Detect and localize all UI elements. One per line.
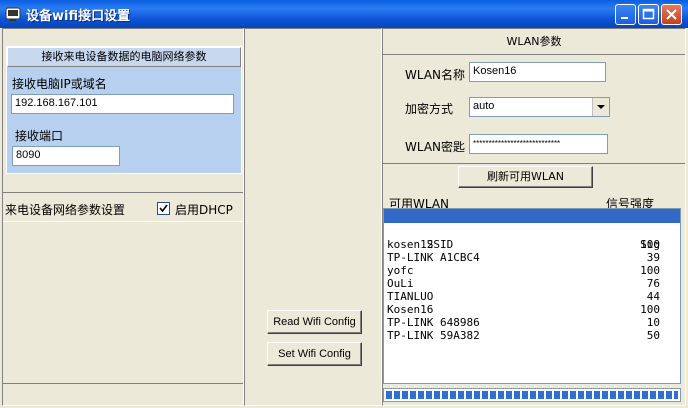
ssid-value: TP-LINK 648986	[387, 316, 480, 329]
close-button[interactable]	[661, 4, 682, 25]
checkmark-icon	[159, 204, 168, 213]
signal-value: 100	[640, 264, 660, 277]
list-header-row: SSID Sig	[387, 225, 660, 251]
encryption-select[interactable]: auto	[469, 97, 610, 117]
dhcp-label: 启用DHCP	[175, 203, 233, 217]
app-icon	[5, 7, 21, 21]
right-divider	[383, 163, 685, 164]
wlan-key-input[interactable]: ****************************	[469, 134, 608, 154]
host-label: 接收电脑IP或域名	[12, 77, 107, 91]
signal-value: 100	[640, 238, 660, 251]
encryption-value: auto	[473, 100, 495, 112]
receiver-group-header: 接收来电设备数据的电脑网络参数	[7, 47, 241, 67]
chevron-down-icon	[597, 105, 605, 109]
dhcp-checkbox[interactable]	[157, 202, 170, 215]
wlan-key-label: WLAN密匙	[405, 140, 466, 154]
scan-progress-bar	[383, 388, 681, 402]
wlan-header: WLAN参数	[383, 29, 685, 55]
ssid-value: TP-LINK 59A382	[387, 329, 480, 342]
host-input[interactable]: 192.168.167.101	[11, 94, 234, 114]
signal-value: 76	[646, 277, 660, 290]
ssid-value: yofc	[387, 264, 414, 277]
signal-value: 10	[646, 316, 660, 329]
progress-fill	[386, 391, 678, 399]
read-wifi-config-button[interactable]: Read Wifi Config	[267, 310, 362, 334]
list-item[interactable]: kosen12 100	[387, 238, 660, 251]
encryption-label: 加密方式	[405, 102, 454, 116]
maximize-button[interactable]	[638, 4, 659, 25]
signal-value: 50	[646, 329, 660, 342]
signal-value: 44	[646, 290, 660, 303]
minimize-icon	[621, 17, 628, 19]
list-item[interactable]: TP-LINK 648986 10	[387, 316, 660, 329]
maximize-icon	[642, 8, 655, 20]
list-item[interactable]: Kosen16 100	[387, 303, 660, 316]
title-bar[interactable]: 设备wifi接口设置	[0, 0, 688, 28]
dropdown-arrow-button[interactable]	[592, 98, 609, 116]
ssid-value: Kosen16	[387, 303, 434, 316]
refresh-wlan-button[interactable]: 刷新可用WLAN	[458, 166, 593, 188]
list-item[interactable]: yofc 100	[387, 264, 660, 277]
signal-value: 39	[646, 251, 660, 264]
list-item[interactable]: TP-LINK 59A382 50	[387, 329, 660, 342]
close-icon	[666, 9, 677, 20]
window-title: 设备wifi接口设置	[26, 9, 131, 24]
selected-row[interactable]	[384, 209, 680, 223]
wlan-name-label: WLAN名称	[405, 68, 466, 82]
middle-panel: Read Wifi Config Set Wifi Config	[244, 28, 382, 406]
device-label: 来电设备网络参数设置	[5, 203, 126, 217]
left-panel: 接收来电设备数据的电脑网络参数 接收电脑IP或域名 192.168.167.10…	[2, 28, 244, 406]
list-item[interactable]: TP-LINK A1CBC4 39	[387, 251, 660, 264]
list-item[interactable]: TIANLUO 44	[387, 290, 660, 303]
receiver-group: 接收来电设备数据的电脑网络参数 接收电脑IP或域名 192.168.167.10…	[6, 46, 242, 174]
port-label: 接收端口	[15, 129, 64, 143]
ssid-value: OuLi	[387, 277, 414, 290]
wlan-list[interactable]: SSID Sig kosen12 100 TP-LINK A1CBC4 39 yofc…	[383, 208, 681, 384]
ssid-value: TIANLUO	[387, 290, 434, 303]
list-item[interactable]: OuLi 76	[387, 277, 660, 290]
set-wifi-config-button[interactable]: Set Wifi Config	[267, 342, 362, 366]
left-divider	[3, 383, 243, 384]
wlan-name-input[interactable]: Kosen16	[469, 62, 606, 82]
device-section: 来电设备网络参数设置 启用DHCP	[3, 192, 243, 222]
ssid-value: TP-LINK A1CBC4	[387, 251, 480, 264]
ssid-value: kosen12	[387, 238, 434, 251]
port-input[interactable]: 8090	[12, 146, 120, 166]
app-window: 设备wifi接口设置 接收来电设备数据的电脑网络参数 接收电脑IP或域名 192…	[0, 0, 688, 408]
minimize-button[interactable]	[615, 4, 636, 25]
signal-value: 100	[640, 303, 660, 316]
